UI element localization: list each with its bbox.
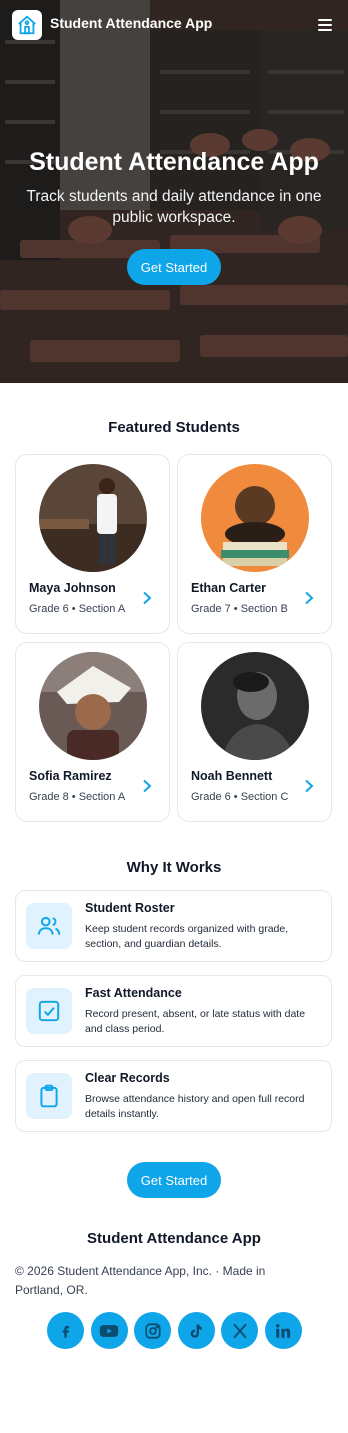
student-grade-section: Grade 6 • Section A bbox=[29, 603, 126, 615]
tiktok-icon[interactable] bbox=[177, 1312, 215, 1349]
chevron-right-icon[interactable] bbox=[140, 779, 154, 793]
hamburger-menu-icon[interactable] bbox=[316, 17, 336, 33]
feature-description: Browse attendance history and open full … bbox=[85, 1093, 305, 1120]
hero-subtitle: Track students and daily attendance in o… bbox=[26, 188, 322, 226]
student-grade-section: Grade 6 • Section C bbox=[191, 791, 289, 803]
featured-students-heading: Featured Students bbox=[108, 419, 240, 436]
chevron-right-icon[interactable] bbox=[302, 591, 316, 605]
feature-description: Record present, absent, or late status w… bbox=[85, 1008, 306, 1035]
student-name: Ethan Carter bbox=[191, 581, 267, 595]
facebook-icon[interactable] bbox=[47, 1312, 84, 1349]
feature-card-fast-attendance: Fast Attendance Record present, absent, … bbox=[15, 975, 332, 1047]
feature-title: Student Roster bbox=[85, 901, 175, 915]
chevron-right-icon[interactable] bbox=[302, 779, 316, 793]
footer-copyright: © 2026 Student Attendance App, Inc. · Ma… bbox=[15, 1264, 266, 1297]
get-started-button[interactable]: Get Started bbox=[127, 249, 221, 285]
student-card[interactable]: Noah Bennett Grade 6 • Section C bbox=[177, 642, 332, 822]
student-card[interactable]: Sofia Ramirez Grade 8 • Section A bbox=[15, 642, 170, 822]
top-navigation-bar: Student Attendance App bbox=[0, 0, 348, 50]
student-grade-section: Grade 7 • Section B bbox=[191, 603, 288, 615]
feature-card-clear-records: Clear Records Browse attendance history … bbox=[15, 1060, 332, 1132]
student-card[interactable]: Maya Johnson Grade 6 • Section A bbox=[15, 454, 170, 634]
student-avatar bbox=[39, 464, 147, 572]
student-avatar bbox=[201, 464, 309, 572]
hero-title: Student Attendance App bbox=[29, 148, 319, 176]
hero-section: Student Attendance App Student Attendanc… bbox=[0, 0, 348, 383]
linkedin-icon[interactable] bbox=[264, 1312, 302, 1349]
feature-card-student-roster: Student Roster Keep student records orga… bbox=[15, 890, 332, 962]
why-it-works-heading: Why It Works bbox=[126, 859, 222, 876]
student-avatar bbox=[201, 652, 309, 760]
clipboard-icon bbox=[26, 1073, 72, 1119]
student-grade-section: Grade 8 • Section A bbox=[29, 791, 126, 803]
footer-brand: Student Attendance App bbox=[87, 1230, 261, 1247]
student-avatar bbox=[39, 652, 147, 760]
youtube-icon[interactable] bbox=[90, 1312, 128, 1349]
instagram-icon[interactable] bbox=[134, 1312, 171, 1349]
checkbox-icon bbox=[26, 988, 72, 1034]
social-links bbox=[47, 1312, 303, 1350]
feature-title: Clear Records bbox=[85, 1071, 170, 1085]
student-name: Noah Bennett bbox=[191, 769, 273, 783]
student-card[interactable]: Ethan Carter Grade 7 • Section B bbox=[177, 454, 332, 634]
x-icon[interactable] bbox=[221, 1312, 258, 1349]
get-started-button-bottom[interactable]: Get Started bbox=[127, 1162, 221, 1198]
student-name: Maya Johnson bbox=[29, 581, 116, 595]
chevron-right-icon[interactable] bbox=[140, 591, 154, 605]
feature-title: Fast Attendance bbox=[85, 986, 182, 1000]
student-name: Sofia Ramirez bbox=[29, 769, 112, 783]
brand-name[interactable]: Student Attendance App bbox=[50, 15, 212, 31]
feature-description: Keep student records organized with grad… bbox=[85, 923, 289, 950]
users-icon bbox=[26, 903, 72, 949]
school-building-icon[interactable] bbox=[12, 10, 42, 40]
